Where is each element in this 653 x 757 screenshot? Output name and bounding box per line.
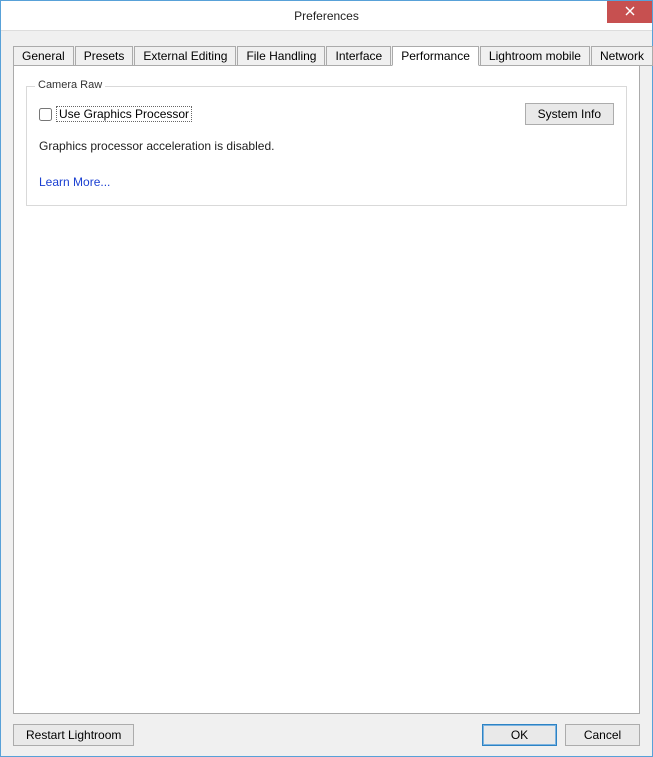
use-gpu-checkbox-wrap[interactable]: Use Graphics Processor bbox=[39, 106, 192, 122]
tab-performance[interactable]: Performance bbox=[392, 46, 479, 66]
restart-lightroom-button[interactable]: Restart Lightroom bbox=[13, 724, 134, 746]
gpu-status-text: Graphics processor acceleration is disab… bbox=[39, 139, 614, 153]
tab-external-editing[interactable]: External Editing bbox=[134, 46, 236, 66]
tabstrip: General Presets External Editing File Ha… bbox=[13, 43, 640, 65]
tab-general[interactable]: General bbox=[13, 46, 74, 66]
tab-file-handling[interactable]: File Handling bbox=[237, 46, 325, 66]
ok-button[interactable]: OK bbox=[482, 724, 557, 746]
footer-right: OK Cancel bbox=[482, 724, 640, 746]
cancel-button[interactable]: Cancel bbox=[565, 724, 640, 746]
close-icon bbox=[625, 5, 635, 19]
titlebar: Preferences bbox=[1, 1, 652, 31]
use-gpu-label: Use Graphics Processor bbox=[56, 106, 192, 122]
tab-panel-performance: Camera Raw Use Graphics Processor System… bbox=[13, 65, 640, 714]
camera-raw-group: Camera Raw Use Graphics Processor System… bbox=[26, 86, 627, 206]
gpu-row: Use Graphics Processor System Info bbox=[39, 103, 614, 125]
tab-lightroom-mobile[interactable]: Lightroom mobile bbox=[480, 46, 590, 66]
window-title: Preferences bbox=[1, 9, 652, 23]
content-area: General Presets External Editing File Ha… bbox=[1, 31, 652, 756]
close-button[interactable] bbox=[607, 1, 652, 23]
tab-network[interactable]: Network bbox=[591, 46, 653, 66]
learn-more-link[interactable]: Learn More... bbox=[39, 175, 110, 189]
preferences-window: Preferences General Presets External Edi… bbox=[0, 0, 653, 757]
system-info-button[interactable]: System Info bbox=[525, 103, 614, 125]
tab-interface[interactable]: Interface bbox=[326, 46, 391, 66]
group-legend: Camera Raw bbox=[35, 79, 105, 91]
tab-presets[interactable]: Presets bbox=[75, 46, 134, 66]
use-gpu-checkbox[interactable] bbox=[39, 108, 52, 121]
dialog-footer: Restart Lightroom OK Cancel bbox=[13, 714, 640, 746]
